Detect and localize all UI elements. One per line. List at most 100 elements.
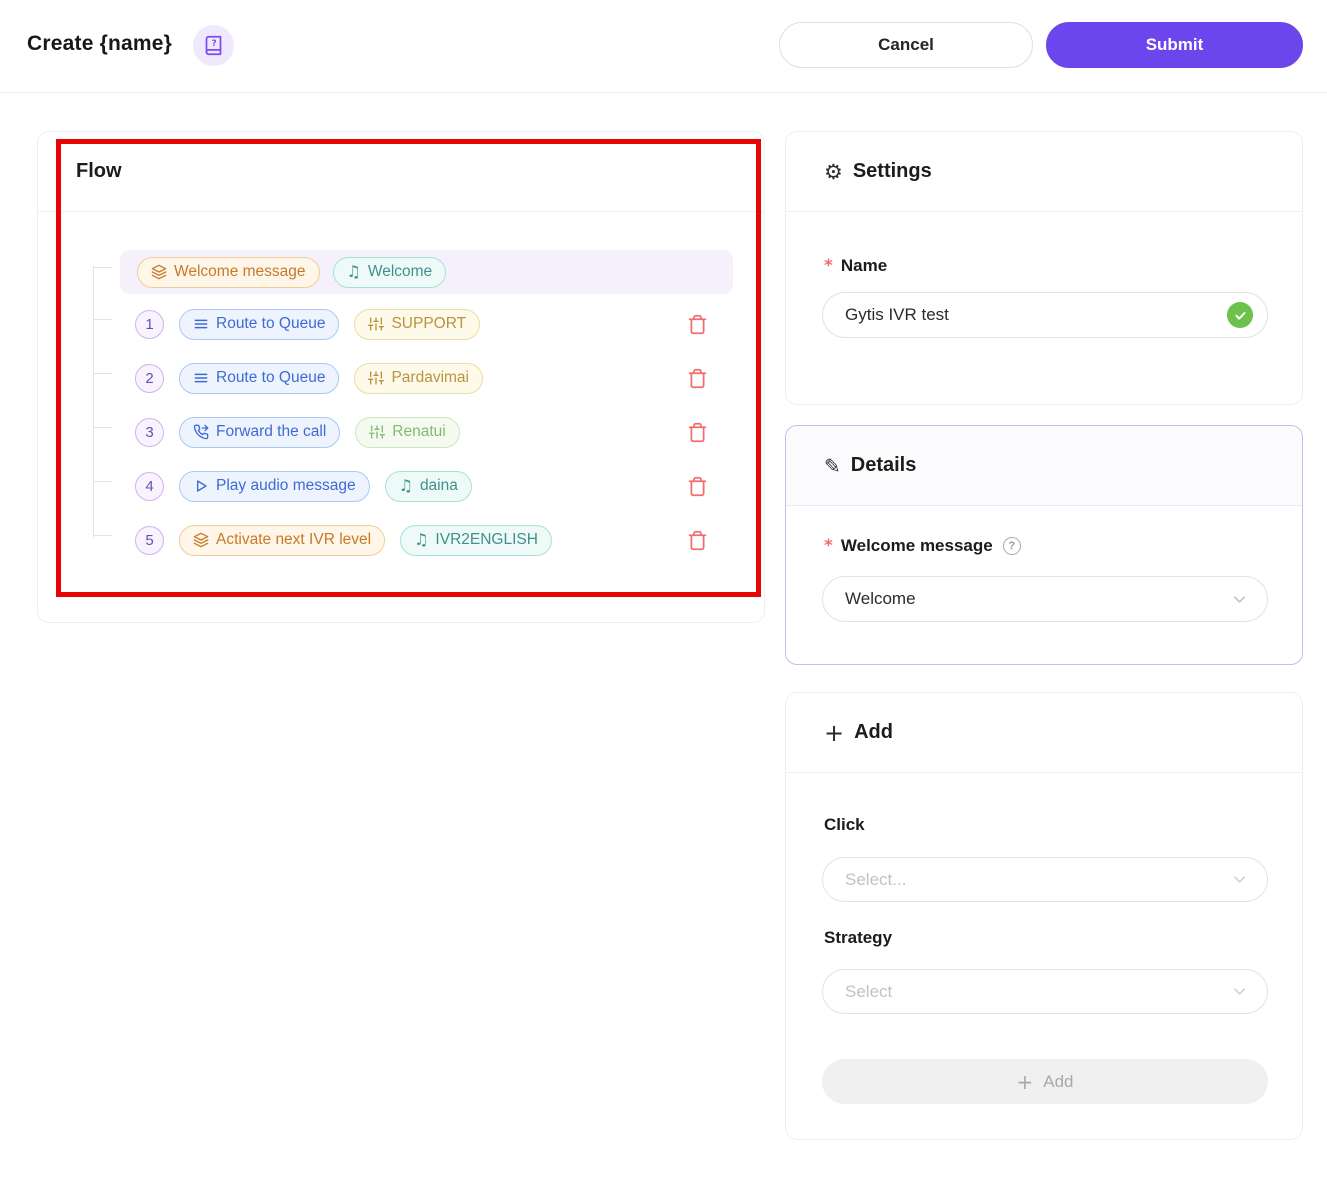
step-number: 3 — [135, 417, 164, 447]
tree-tick — [93, 535, 112, 536]
menu-lines-icon — [193, 370, 209, 386]
settings-card: ⚙ Settings * Name — [785, 131, 1303, 405]
help-book-icon: ? — [203, 35, 224, 56]
sliders-icon — [368, 316, 385, 332]
name-input[interactable] — [823, 305, 1227, 325]
submit-button[interactable]: Submit — [1046, 22, 1303, 68]
target-pill[interactable]: Pardavimai — [354, 362, 483, 394]
select-placeholder: Select — [845, 981, 893, 1001]
music-note-icon: ♫ — [414, 530, 429, 549]
plus-icon: + — [824, 718, 845, 747]
add-step-button[interactable]: + Add — [822, 1059, 1268, 1104]
selected-value: Welcome — [845, 589, 916, 608]
target-label: SUPPORT — [391, 315, 467, 332]
music-note-icon: ♫ — [346, 262, 361, 281]
tree-tick — [93, 427, 112, 428]
trash-icon — [687, 368, 709, 389]
trash-icon — [687, 422, 709, 443]
target-label: Welcome — [367, 263, 433, 280]
music-note-icon: ♫ — [398, 476, 413, 495]
tree-tick — [93, 267, 112, 268]
chevron-down-icon — [1230, 870, 1249, 889]
action-pill[interactable]: Forward the call — [179, 416, 341, 448]
delete-step-button[interactable] — [687, 529, 709, 551]
layers-icon — [193, 532, 209, 548]
tree-vertical-line — [93, 266, 94, 538]
details-title: Details — [850, 454, 917, 476]
delete-step-button[interactable] — [687, 367, 709, 389]
chevron-down-icon — [1230, 590, 1249, 609]
layers-icon — [151, 264, 167, 280]
pencil-icon: ✎ — [824, 453, 841, 478]
required-asterisk: * — [824, 256, 833, 276]
add-header: + Add — [786, 693, 1302, 773]
gear-icon: ⚙ — [824, 159, 843, 184]
add-card: + Add Click Select... Strategy Select + … — [785, 692, 1303, 1140]
delete-step-button[interactable] — [687, 421, 709, 443]
delete-step-button[interactable] — [687, 475, 709, 497]
page-header: Create {name} ? Cancel Submit — [0, 0, 1327, 93]
target-pill[interactable]: ♫ Welcome — [332, 256, 447, 288]
flow-step-row[interactable]: 5 Activate next IVR level ♫ IVR2ENGLISH — [135, 518, 733, 562]
flow-card-header: Flow — [38, 132, 764, 212]
action-pill[interactable]: Route to Queue — [179, 308, 340, 340]
trash-icon — [687, 530, 709, 551]
trash-icon — [687, 476, 709, 497]
action-label: Route to Queue — [216, 369, 326, 386]
action-label: Welcome message — [174, 263, 306, 280]
strategy-select[interactable]: Select — [822, 969, 1268, 1014]
page-title: Create {name} — [27, 32, 173, 55]
help-button[interactable]: ? — [193, 25, 234, 66]
click-label: Click — [824, 815, 865, 834]
click-select[interactable]: Select... — [822, 857, 1268, 902]
action-pill[interactable]: Activate next IVR level — [179, 524, 386, 556]
action-pill[interactable]: Route to Queue — [179, 362, 340, 394]
flow-row-welcome[interactable]: Welcome message ♫ Welcome — [120, 250, 733, 294]
step-number: 4 — [135, 471, 164, 501]
strategy-label: Strategy — [824, 928, 893, 947]
action-label: Activate next IVR level — [216, 531, 372, 548]
flow-step-row[interactable]: 3 Forward the call Renatui — [135, 410, 733, 454]
cancel-button[interactable]: Cancel — [779, 22, 1033, 68]
tree-tick — [93, 373, 112, 374]
welcome-message-label: * Welcome message ? — [824, 536, 1021, 556]
action-label: Play audio message — [216, 477, 356, 494]
chevron-down-icon — [1230, 982, 1249, 1001]
add-title: Add — [854, 721, 893, 743]
phone-forward-icon — [193, 424, 209, 440]
action-pill[interactable]: Welcome message — [137, 256, 320, 288]
flow-step-row[interactable]: 1 Route to Queue SUPPORT — [135, 302, 733, 346]
flow-step-row[interactable]: 4 Play audio message ♫ daina — [135, 464, 733, 508]
required-asterisk: * — [824, 536, 833, 556]
name-input-wrap — [822, 292, 1268, 338]
settings-header: ⚙ Settings — [786, 132, 1302, 212]
target-label: Pardavimai — [391, 369, 469, 386]
create-ivr-page: Create {name} ? Cancel Submit Flow Welco… — [0, 0, 1327, 1178]
sliders-icon — [368, 370, 385, 386]
tree-tick — [93, 319, 112, 320]
details-card: ✎ Details * Welcome message ? Welcome — [785, 425, 1303, 665]
question-circle-icon[interactable]: ? — [1002, 537, 1021, 555]
flow-step-row[interactable]: 2 Route to Queue Pardavimai — [135, 356, 733, 400]
name-label: * Name — [824, 256, 888, 276]
action-pill[interactable]: Play audio message — [179, 470, 370, 502]
select-placeholder: Select... — [845, 869, 907, 889]
trash-icon — [687, 314, 709, 335]
tree-tick — [93, 481, 112, 482]
target-pill[interactable]: ♫ daina — [384, 470, 472, 502]
welcome-message-select[interactable]: Welcome — [822, 576, 1268, 622]
target-pill[interactable]: SUPPORT — [354, 308, 481, 340]
valid-check-icon — [1227, 302, 1253, 328]
menu-lines-icon — [193, 316, 209, 332]
target-pill[interactable]: Renatui — [355, 416, 460, 448]
target-label: Renatui — [392, 423, 446, 440]
play-icon — [193, 478, 209, 494]
settings-title: Settings — [852, 160, 932, 182]
action-label: Route to Queue — [216, 315, 326, 332]
target-label: daina — [419, 477, 458, 494]
step-number: 5 — [135, 525, 164, 555]
step-number: 2 — [135, 363, 164, 393]
sliders-icon — [369, 424, 386, 440]
delete-step-button[interactable] — [687, 313, 709, 335]
target-pill[interactable]: ♫ IVR2ENGLISH — [400, 524, 552, 556]
